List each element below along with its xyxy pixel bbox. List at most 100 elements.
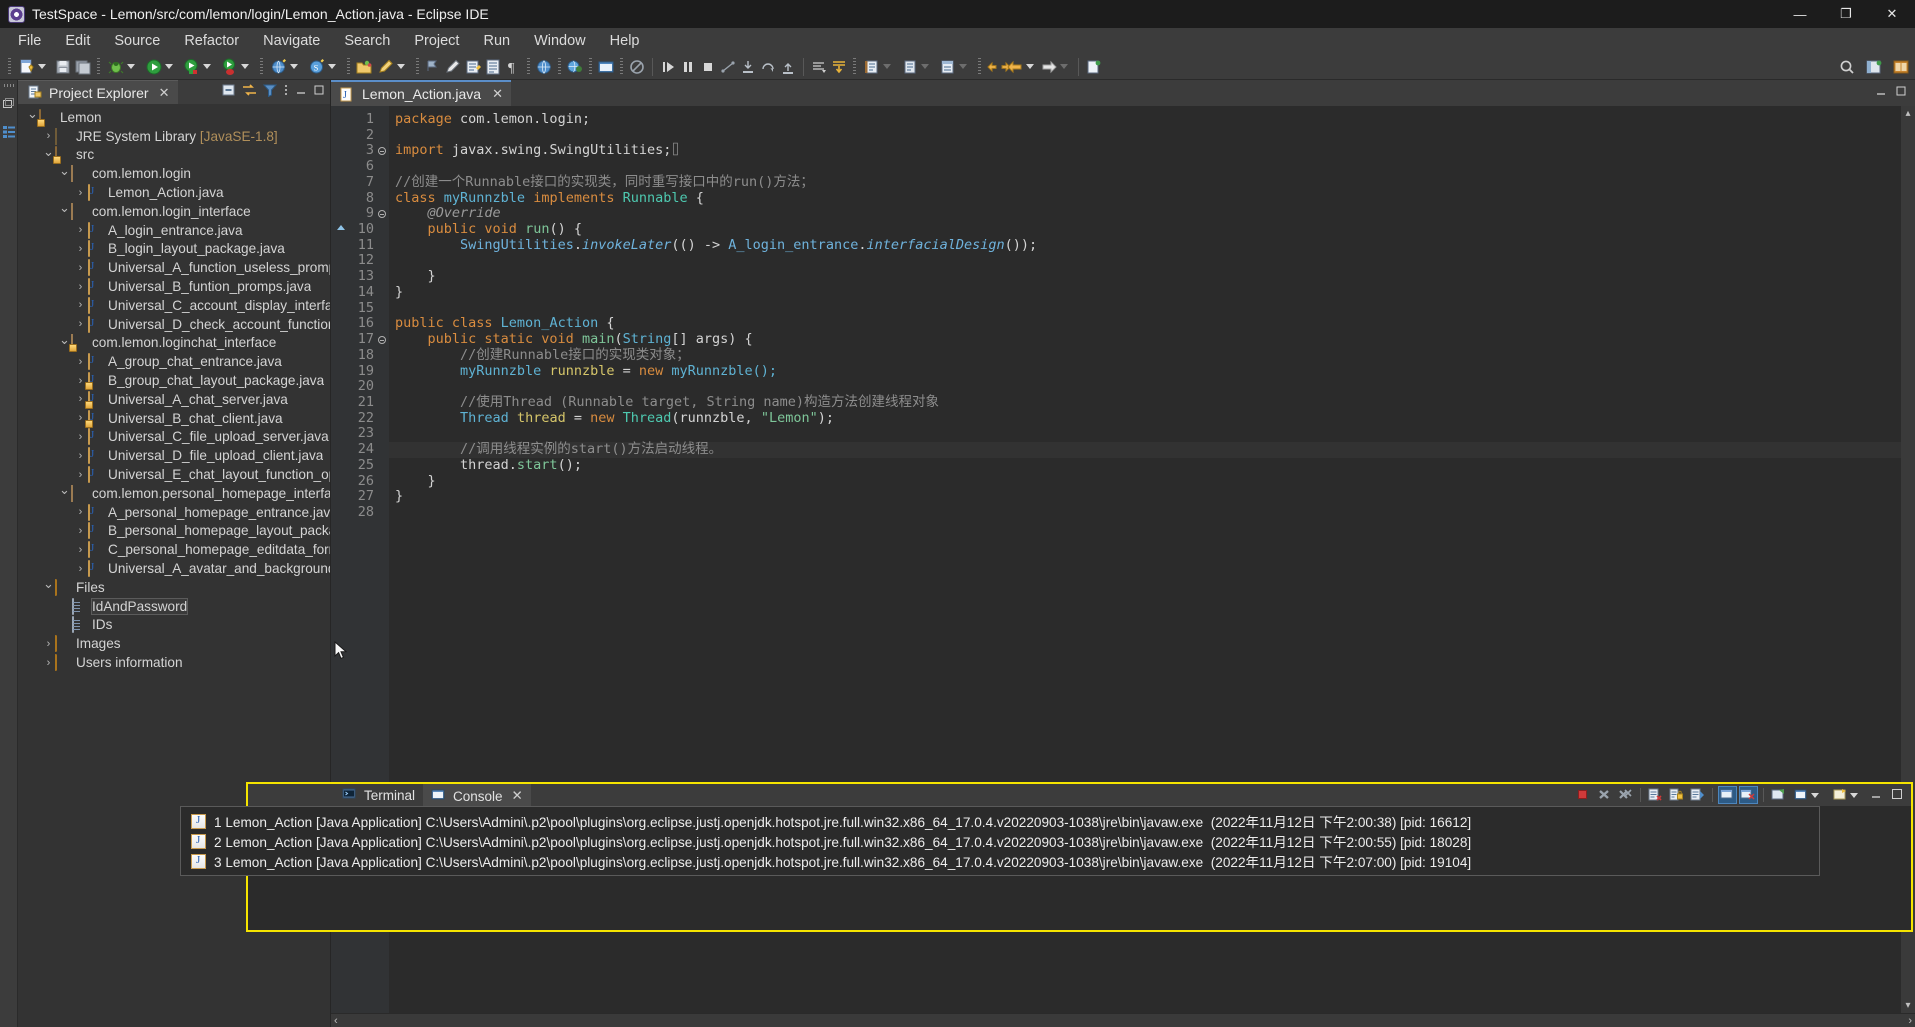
quick-access-search-icon[interactable] (1838, 58, 1856, 76)
save-all-icon[interactable] (74, 58, 92, 76)
tree-item[interactable]: › Universal_D_check_account_function.j (18, 315, 330, 334)
tree-item[interactable]: ⌄ com.lemon.personal_homepage_interfa (18, 482, 330, 503)
fold-marker[interactable] (377, 159, 389, 175)
chevron-down-icon[interactable] (290, 64, 298, 69)
tree-item[interactable]: › B_personal_homepage_layout_packag (18, 522, 330, 541)
menu-run[interactable]: Run (471, 30, 522, 52)
save-icon[interactable] (54, 58, 72, 76)
tree-item[interactable]: ⌄ com.lemon.login_interface (18, 200, 330, 221)
menu-project[interactable]: Project (402, 30, 471, 52)
maximize-icon[interactable] (1890, 787, 1907, 803)
fold-marker[interactable] (377, 364, 389, 380)
fold-marker[interactable] (377, 395, 389, 411)
fold-marker[interactable] (377, 269, 389, 285)
tree-item[interactable]: › A_group_chat_entrance.java (18, 352, 330, 371)
twisty-icon[interactable]: › (74, 450, 87, 462)
twisty-icon[interactable]: › (74, 243, 87, 255)
forward-arrow-icon[interactable] (1040, 58, 1058, 76)
twisty-icon[interactable]: › (42, 130, 55, 142)
console-launch-item[interactable]: 1 Lemon_Action [Java Application] C:\Use… (181, 811, 1819, 831)
tree-item[interactable]: ›B_group_chat_layout_package.java (18, 371, 330, 391)
tree-item[interactable]: IDs (18, 616, 330, 635)
tree-item[interactable]: › Universal_B_funtion_promps.java (18, 277, 330, 296)
twisty-icon[interactable]: › (74, 318, 87, 330)
twisty-icon[interactable]: ⌄ (58, 200, 71, 216)
chevron-down-icon[interactable] (397, 64, 405, 69)
chevron-down-icon[interactable] (1811, 792, 1819, 798)
twisty-icon[interactable]: › (74, 224, 87, 236)
new-annotation-icon[interactable] (424, 58, 442, 76)
fold-marker[interactable] (377, 285, 389, 301)
fold-marker[interactable] (377, 332, 389, 348)
console-launch-item[interactable]: 3 Lemon_Action [Java Application] C:\Use… (181, 851, 1819, 871)
code-line[interactable]: //调用线程实例的start()方法启动线程。 (389, 441, 1901, 458)
tree-item[interactable]: ⌄ com.lemon.login (18, 163, 330, 183)
fold-marker[interactable] (377, 489, 389, 505)
new-wizard-button[interactable] (15, 55, 53, 79)
twisty-icon[interactable]: › (42, 638, 55, 650)
collapse-fold-icon[interactable] (378, 147, 386, 156)
tree-item[interactable]: › Universal_D_file_upload_client.java (18, 446, 330, 465)
code-line[interactable]: public class Lemon_Action { (389, 315, 1901, 332)
open-element-button[interactable] (898, 55, 936, 79)
fold-marker[interactable] (377, 143, 389, 159)
search-button[interactable]: S (305, 55, 343, 79)
disconnect-icon[interactable] (719, 58, 737, 76)
project-explorer-fast-icon[interactable] (2, 125, 16, 144)
twisty-icon[interactable]: › (74, 431, 87, 443)
menu-source[interactable]: Source (102, 30, 172, 52)
pin-dropdown-button[interactable] (1830, 787, 1865, 803)
minimize-icon[interactable] (1875, 84, 1887, 102)
twisty-icon[interactable]: ⌄ (58, 163, 71, 179)
tree-item[interactable]: ⌄ src (18, 144, 330, 165)
tree-item[interactable]: › Users information (18, 653, 330, 672)
tree-item[interactable]: ⌄ Files (18, 576, 330, 597)
fold-marker[interactable] (377, 474, 389, 490)
tree-item[interactable]: › JRE System Library [JavaSE-1.8] (18, 127, 330, 146)
menu-search[interactable]: Search (332, 30, 402, 52)
chevron-down-icon[interactable] (241, 64, 249, 69)
console-selection-dropdown[interactable]: 1 Lemon_Action [Java Application] C:\Use… (180, 806, 1820, 876)
fold-marker[interactable] (377, 426, 389, 442)
tree-item[interactable]: › Images (18, 634, 330, 653)
minimize-icon[interactable] (295, 83, 307, 101)
fold-marker[interactable] (377, 112, 389, 128)
minimize-icon[interactable] (1869, 787, 1886, 803)
fold-marker[interactable] (377, 128, 389, 144)
chevron-down-icon[interactable] (921, 64, 929, 69)
code-line[interactable] (389, 426, 1901, 442)
code-line[interactable]: //创建一个Runnable接口的实现类，同时重写接口中的run()方法； (389, 174, 1901, 191)
view-filter-icon[interactable] (262, 83, 278, 102)
code-line[interactable]: package com.lemon.login; (389, 111, 1901, 128)
collapse-fold-icon[interactable] (378, 210, 386, 219)
code-line[interactable]: thread.start(); (389, 457, 1901, 474)
link-with-editor-icon[interactable] (242, 83, 257, 102)
console-launch-item[interactable]: 2 Lemon_Action [Java Application] C:\Use… (181, 831, 1819, 851)
maximize-icon[interactable] (313, 83, 325, 101)
open-console-icon[interactable] (1770, 787, 1787, 803)
fold-marker[interactable] (377, 348, 389, 364)
open-task-repository-button[interactable] (860, 55, 898, 79)
fold-marker[interactable] (377, 222, 389, 238)
chevron-down-icon[interactable] (127, 64, 135, 69)
scroll-left-icon[interactable]: ‹ (334, 1015, 338, 1027)
tree-item[interactable]: › Universal_A_function_useless_prompt (18, 258, 330, 277)
chevron-down-icon[interactable] (959, 64, 967, 69)
menu-refactor[interactable]: Refactor (172, 30, 251, 52)
tab-console[interactable]: Console ✕ (423, 784, 531, 806)
show-console-on-output-icon[interactable] (1689, 787, 1706, 803)
scroll-down-icon[interactable]: ▾ (1905, 1000, 1910, 1011)
code-line[interactable] (389, 128, 1901, 144)
tree-item[interactable]: › Universal_E_chat_layout_function_opti (18, 465, 330, 484)
fold-marker[interactable] (377, 191, 389, 207)
code-line[interactable]: Thread thread = new Thread(runnzble, "Le… (389, 410, 1901, 427)
tree-item[interactable]: ⌄ com.lemon.loginchat_interface (18, 332, 330, 353)
new-enum-icon[interactable] (464, 58, 482, 76)
code-line[interactable]: //使用Thread (Runnable target, String name… (389, 394, 1901, 411)
restore-last-perspective-button[interactable] (936, 55, 974, 79)
chevron-down-icon[interactable] (38, 64, 46, 69)
scroll-right-icon[interactable]: › (1908, 1015, 1912, 1027)
twisty-icon[interactable]: › (74, 525, 87, 537)
clear-console-icon[interactable] (1647, 787, 1664, 803)
back-forward-history-icon[interactable] (986, 58, 1011, 76)
